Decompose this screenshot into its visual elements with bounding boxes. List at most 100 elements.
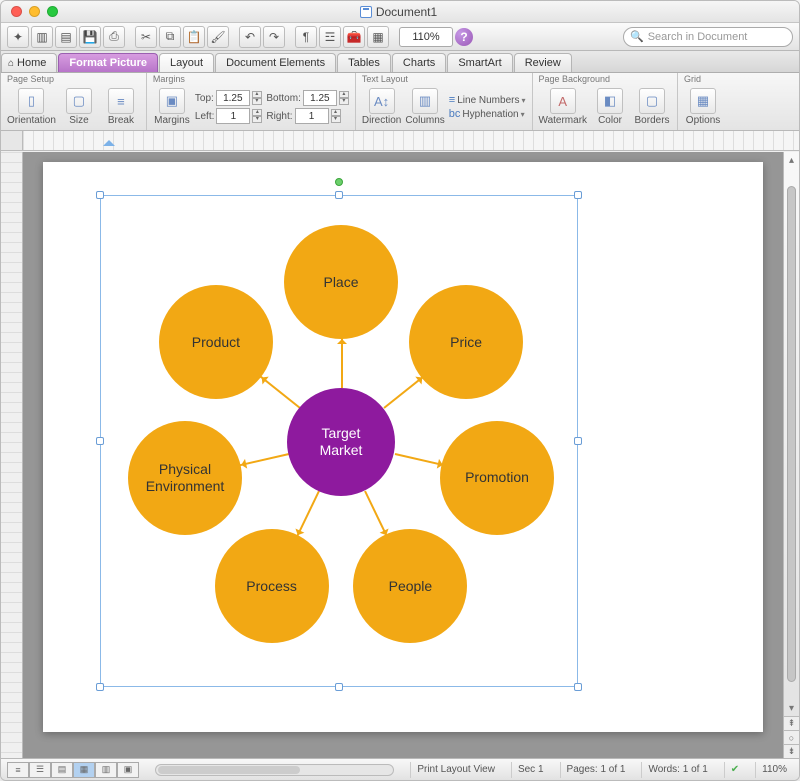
open-icon[interactable]: ▤ bbox=[55, 26, 77, 48]
paste-icon[interactable]: 📋 bbox=[183, 26, 205, 48]
redo-icon[interactable]: ↷ bbox=[263, 26, 285, 48]
indent-marker-icon[interactable] bbox=[103, 134, 115, 146]
watermark-button[interactable]: AWatermark bbox=[539, 88, 588, 126]
columns-button[interactable]: ▥Columns bbox=[405, 88, 444, 126]
diagram-node-price[interactable]: Price bbox=[409, 285, 523, 399]
browse-object-icon[interactable]: ○ bbox=[784, 730, 799, 744]
diagram-node-physical-environment[interactable]: Physical Environment bbox=[128, 421, 242, 535]
browse-prev-icon[interactable]: ⇞ bbox=[784, 716, 799, 730]
copy-icon[interactable]: ⧉ bbox=[159, 26, 181, 48]
break-button[interactable]: ≡Break bbox=[102, 88, 140, 126]
line-numbers-button[interactable]: ≡Line Numbers▾ bbox=[449, 94, 526, 106]
print-icon[interactable]: ⎙ bbox=[103, 26, 125, 48]
diagram-node-place[interactable]: Place bbox=[284, 225, 398, 339]
view-outline-icon[interactable]: ☰ bbox=[29, 762, 51, 778]
tab-format-picture-label: Format Picture bbox=[69, 57, 147, 69]
tab-smartart[interactable]: SmartArt bbox=[447, 53, 512, 72]
tab-tables[interactable]: Tables bbox=[337, 53, 391, 72]
orientation-button[interactable]: ▯Orientation bbox=[7, 88, 56, 126]
help-icon[interactable]: ? bbox=[455, 28, 473, 46]
diagram-node-product[interactable]: Product bbox=[159, 285, 273, 399]
status-zoom[interactable]: 110% bbox=[755, 762, 793, 778]
statusbar: ≡ ☰ ▤ ▦ ▥ ▣ Print Layout View Sec 1 Page… bbox=[1, 758, 799, 780]
status-pages[interactable]: Pages: 1 of 1 bbox=[560, 762, 632, 778]
diagram-node-people[interactable]: People bbox=[353, 529, 467, 643]
document-scroll[interactable]: Target Market PlacePricePromotionPeopleP… bbox=[23, 152, 783, 758]
margin-top-stepper[interactable]: ▴▾ bbox=[252, 91, 262, 105]
new-doc-icon[interactable]: ▥ bbox=[31, 26, 53, 48]
margin-top-label: Top: bbox=[195, 93, 214, 104]
line-numbers-label: Line Numbers bbox=[457, 95, 519, 106]
margin-top-input[interactable]: 1.25 bbox=[216, 90, 250, 106]
view-print-icon[interactable]: ▦ bbox=[73, 762, 95, 778]
watermark-label: Watermark bbox=[539, 115, 588, 126]
undo-icon[interactable]: ↶ bbox=[239, 26, 261, 48]
hyphenation-button[interactable]: bcHyphenation▾ bbox=[449, 108, 526, 120]
view-notebook-icon[interactable]: ▥ bbox=[95, 762, 117, 778]
diagram-node-process[interactable]: Process bbox=[215, 529, 329, 643]
gear-icon[interactable]: ✦ bbox=[7, 26, 29, 48]
tab-home[interactable]: ⌂Home bbox=[1, 53, 57, 72]
margin-bottom-stepper[interactable]: ▴▾ bbox=[339, 91, 349, 105]
toolbox-icon[interactable]: 🧰 bbox=[343, 26, 365, 48]
scrollbar-thumb[interactable] bbox=[787, 186, 796, 682]
home-icon: ⌂ bbox=[8, 58, 14, 69]
diagram-node-promotion[interactable]: Promotion bbox=[440, 421, 554, 535]
diagram-center-node[interactable]: Target Market bbox=[287, 388, 395, 496]
status-spellcheck[interactable]: ✔ bbox=[724, 762, 745, 778]
format-painter-icon[interactable]: 🖌 bbox=[207, 26, 229, 48]
orientation-icon: ▯ bbox=[18, 88, 44, 114]
view-focus-icon[interactable]: ▣ bbox=[117, 762, 139, 778]
cut-icon[interactable]: ✂ bbox=[135, 26, 157, 48]
size-button[interactable]: ▢Size bbox=[60, 88, 98, 126]
margin-bottom-input[interactable]: 1.25 bbox=[303, 90, 337, 106]
tab-document-elements[interactable]: Document Elements bbox=[215, 53, 336, 72]
scroll-up-icon[interactable]: ▴ bbox=[784, 152, 799, 168]
diagram: Target Market PlacePricePromotionPeopleP… bbox=[101, 196, 577, 686]
diagram-arrow bbox=[341, 335, 343, 388]
status-section[interactable]: Sec 1 bbox=[511, 762, 550, 778]
show-formatting-icon[interactable]: ¶ bbox=[295, 26, 317, 48]
search-icon: 🔍 bbox=[630, 30, 644, 43]
borders-button[interactable]: ▢Borders bbox=[633, 88, 671, 126]
browse-next-icon[interactable]: ⇟ bbox=[784, 744, 799, 758]
tab-layout[interactable]: Layout bbox=[159, 53, 214, 72]
status-words[interactable]: Words: 1 of 1 bbox=[641, 762, 713, 778]
margins-button[interactable]: ▣Margins bbox=[153, 88, 191, 126]
group-grid-label: Grid bbox=[684, 74, 701, 84]
status-view[interactable]: Print Layout View bbox=[410, 762, 501, 778]
save-icon[interactable]: 💾 bbox=[79, 26, 101, 48]
search-box[interactable]: 🔍 Search in Document bbox=[623, 27, 793, 47]
margin-left-stepper[interactable]: ▴▾ bbox=[252, 109, 262, 123]
zoom-dropdown[interactable]: 110% bbox=[399, 27, 453, 47]
media-icon[interactable]: ▦ bbox=[367, 26, 389, 48]
tab-review[interactable]: Review bbox=[514, 53, 572, 72]
tab-charts[interactable]: Charts bbox=[392, 53, 446, 72]
scroll-down-icon[interactable]: ▾ bbox=[784, 700, 799, 716]
rotation-handle-icon[interactable] bbox=[335, 178, 343, 186]
close-icon[interactable] bbox=[11, 6, 22, 17]
bg-color-button[interactable]: ◧Color bbox=[591, 88, 629, 126]
view-draft-icon[interactable]: ≡ bbox=[7, 762, 29, 778]
color-icon: ◧ bbox=[597, 88, 623, 114]
maximize-icon[interactable] bbox=[47, 6, 58, 17]
direction-button[interactable]: A↕Direction bbox=[362, 88, 401, 126]
view-publishing-icon[interactable]: ▤ bbox=[51, 762, 73, 778]
color-label: Color bbox=[598, 115, 622, 126]
minimize-icon[interactable] bbox=[29, 6, 40, 17]
tab-format-picture[interactable]: Format Picture bbox=[58, 53, 158, 72]
horizontal-scrollbar[interactable] bbox=[155, 764, 394, 776]
margin-left-input[interactable]: 1 bbox=[216, 108, 250, 124]
margin-right-input[interactable]: 1 bbox=[295, 108, 329, 124]
vertical-scrollbar[interactable]: ▴ ▾ ⇞ ○ ⇟ bbox=[783, 152, 799, 758]
margin-right-stepper[interactable]: ▴▾ bbox=[331, 109, 341, 123]
margins-label: Margins bbox=[154, 115, 190, 126]
vertical-ruler[interactable] bbox=[1, 152, 23, 758]
hscroll-thumb[interactable] bbox=[158, 766, 300, 774]
grid-options-button[interactable]: ▦Options bbox=[684, 88, 722, 126]
grid-options-label: Options bbox=[686, 115, 720, 126]
horizontal-ruler[interactable] bbox=[23, 131, 799, 150]
search-placeholder: Search in Document bbox=[648, 31, 748, 43]
sidebar-icon[interactable]: ☲ bbox=[319, 26, 341, 48]
selected-object-frame[interactable]: Target Market PlacePricePromotionPeopleP… bbox=[100, 195, 578, 687]
